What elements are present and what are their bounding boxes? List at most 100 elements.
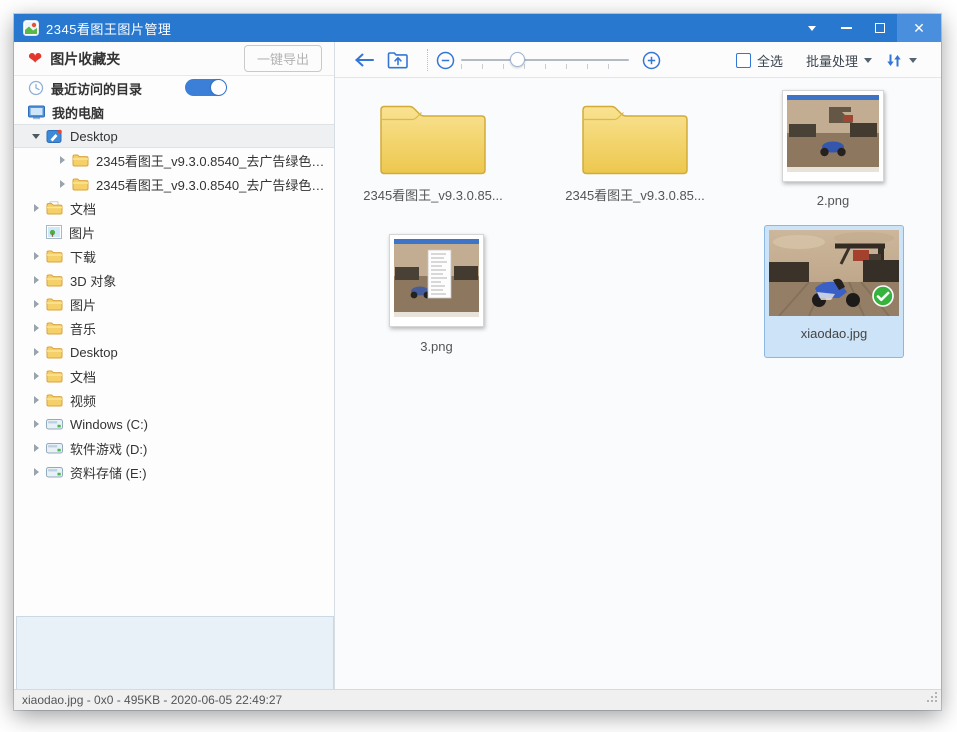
file-tile-3png[interactable]: 3.png: [389, 234, 484, 354]
zoom-in-icon: [642, 51, 661, 70]
chevron-collapsed-icon[interactable]: [56, 178, 68, 190]
close-button[interactable]: ✕: [897, 14, 941, 42]
tree-item-label: 2345看图王_v9.3.0.8540_去广告绿色完整版: [96, 175, 334, 194]
file-tile-folder-1[interactable]: 2345看图王_v9.3.0.85...: [372, 91, 494, 204]
tree-item-documents-2[interactable]: 文档: [14, 364, 334, 388]
zoom-out-button[interactable]: [436, 42, 455, 78]
tree-item-documents[interactable]: 文档: [14, 196, 334, 220]
chevron-down-icon: [909, 58, 917, 63]
zoom-in-button[interactable]: [642, 42, 661, 78]
export-folder-icon: [387, 51, 409, 70]
chevron-collapsed-icon[interactable]: [30, 370, 42, 382]
file-name: xiaodao.jpg: [769, 326, 899, 341]
export-button[interactable]: [387, 42, 409, 78]
file-name: 2345看图王_v9.3.0.85...: [565, 185, 704, 204]
batch-process-label: 批量处理: [806, 51, 858, 70]
tree-item-label: Windows (C:): [70, 417, 148, 432]
main-panel: 全选 批量处理: [335, 42, 941, 689]
chevron-collapsed-icon[interactable]: [30, 298, 42, 310]
folder-icon: [46, 345, 63, 359]
chevron-collapsed-icon[interactable]: [30, 418, 42, 430]
tree-item-drive-e[interactable]: 资料存储 (E:): [14, 460, 334, 484]
titlebar[interactable]: 2345看图王图片管理 ✕: [14, 14, 941, 42]
drive-icon: [46, 466, 63, 479]
tree-item-label: 文档: [70, 367, 96, 386]
file-tile-folder-2[interactable]: 2345看图王_v9.3.0.85...: [574, 91, 696, 204]
export-all-button[interactable]: 一键导出: [244, 45, 322, 72]
chevron-down-icon: [808, 26, 816, 31]
tree-item-folder-jianban[interactable]: 2345看图王_v9.3.0.8540_去广告绿色精简版: [14, 148, 334, 172]
tree-item-recent-directories[interactable]: 最近访问的目录: [14, 76, 334, 100]
titlebar-menu-button[interactable]: [795, 14, 829, 42]
folder-icon: [576, 91, 694, 177]
maximize-icon: [875, 23, 885, 33]
favorites-header: ❤ 图片收藏夹 一键导出: [14, 42, 334, 76]
resize-grip-icon[interactable]: [927, 690, 938, 708]
favorites-title: 图片收藏夹: [50, 49, 120, 69]
chevron-collapsed-icon[interactable]: [30, 466, 42, 478]
tree-item-drive-c[interactable]: Windows (C:): [14, 412, 334, 436]
selected-check-icon: [872, 285, 894, 312]
chevron-collapsed-icon[interactable]: [30, 346, 42, 358]
folder-icon: [46, 369, 63, 383]
tree-item-label: 3D 对象: [70, 271, 116, 290]
minimize-button[interactable]: [829, 14, 863, 42]
file-tile-xiaodao-selected[interactable]: xiaodao.jpg: [764, 225, 904, 358]
no-expand-spacer: [30, 226, 42, 238]
toolbar: 全选 批量处理: [335, 42, 941, 78]
file-name: 2345看图王_v9.3.0.85...: [363, 185, 502, 204]
folder-icon: [46, 321, 63, 335]
tree-item-3d-objects[interactable]: 3D 对象: [14, 268, 334, 292]
desktop-icon: [46, 129, 63, 144]
computer-icon: [28, 105, 45, 120]
thumbnail: [389, 234, 484, 327]
back-button[interactable]: [353, 42, 375, 78]
tree-item-drive-d[interactable]: 软件游戏 (D:): [14, 436, 334, 460]
tree-item-desktop[interactable]: Desktop: [14, 124, 334, 148]
select-all-checkbox[interactable]: [736, 53, 751, 68]
heart-icon: ❤: [28, 50, 42, 67]
file-grid[interactable]: 2345看图王_v9.3.0.85... 2345看图王_v9.3.0.85..…: [335, 78, 941, 689]
tree-item-desktop-folder[interactable]: Desktop: [14, 340, 334, 364]
chevron-expanded-icon[interactable]: [30, 130, 42, 142]
zoom-out-icon: [436, 51, 455, 70]
folder-icon: [72, 177, 89, 191]
tree-item-pictures[interactable]: 图片: [14, 292, 334, 316]
minimize-icon: [841, 27, 852, 29]
tree-item-label: 2345看图王_v9.3.0.8540_去广告绿色精简版: [96, 151, 334, 170]
tree-item-pictures-special[interactable]: 图片: [14, 220, 334, 244]
tree-item-label: 软件游戏 (D:): [70, 439, 147, 458]
tree-item-label: Desktop: [70, 129, 118, 144]
chevron-collapsed-icon[interactable]: [30, 274, 42, 286]
back-arrow-icon: [353, 52, 375, 68]
folder-icon: [46, 273, 63, 287]
file-tile-2png[interactable]: 2.png: [782, 90, 884, 208]
tree-item-label: 下载: [70, 247, 96, 266]
chevron-collapsed-icon[interactable]: [30, 250, 42, 262]
chevron-collapsed-icon[interactable]: [30, 202, 42, 214]
file-name: 3.png: [420, 339, 453, 354]
batch-process-dropdown[interactable]: 批量处理: [806, 42, 872, 78]
toggle-knob: [211, 80, 226, 95]
tree-item-music[interactable]: 音乐: [14, 316, 334, 340]
tree-item-label: 音乐: [70, 319, 96, 338]
recent-directories-toggle[interactable]: [185, 79, 227, 96]
chevron-collapsed-icon[interactable]: [56, 154, 68, 166]
zoom-slider-track[interactable]: [461, 59, 629, 61]
thumbnail: [769, 230, 899, 316]
chevron-collapsed-icon[interactable]: [30, 322, 42, 334]
zoom-slider-thumb[interactable]: [510, 52, 525, 67]
tree-item-label: 我的电脑: [52, 103, 104, 122]
select-all-control[interactable]: 全选: [736, 42, 783, 78]
chevron-collapsed-icon[interactable]: [30, 442, 42, 454]
sidebar: ❤ 图片收藏夹 一键导出 最近访问的目录 我的电脑: [14, 42, 335, 689]
tree-item-folder-wanzheng[interactable]: 2345看图王_v9.3.0.8540_去广告绿色完整版: [14, 172, 334, 196]
sort-dropdown[interactable]: [885, 42, 917, 78]
chevron-collapsed-icon[interactable]: [30, 394, 42, 406]
select-all-label: 全选: [757, 51, 783, 70]
tree-item-my-computer[interactable]: 我的电脑: [14, 100, 334, 124]
maximize-button[interactable]: [863, 14, 897, 42]
tree-item-videos[interactable]: 视频: [14, 388, 334, 412]
tree-item-label: 视频: [70, 391, 96, 410]
tree-item-downloads[interactable]: 下载: [14, 244, 334, 268]
